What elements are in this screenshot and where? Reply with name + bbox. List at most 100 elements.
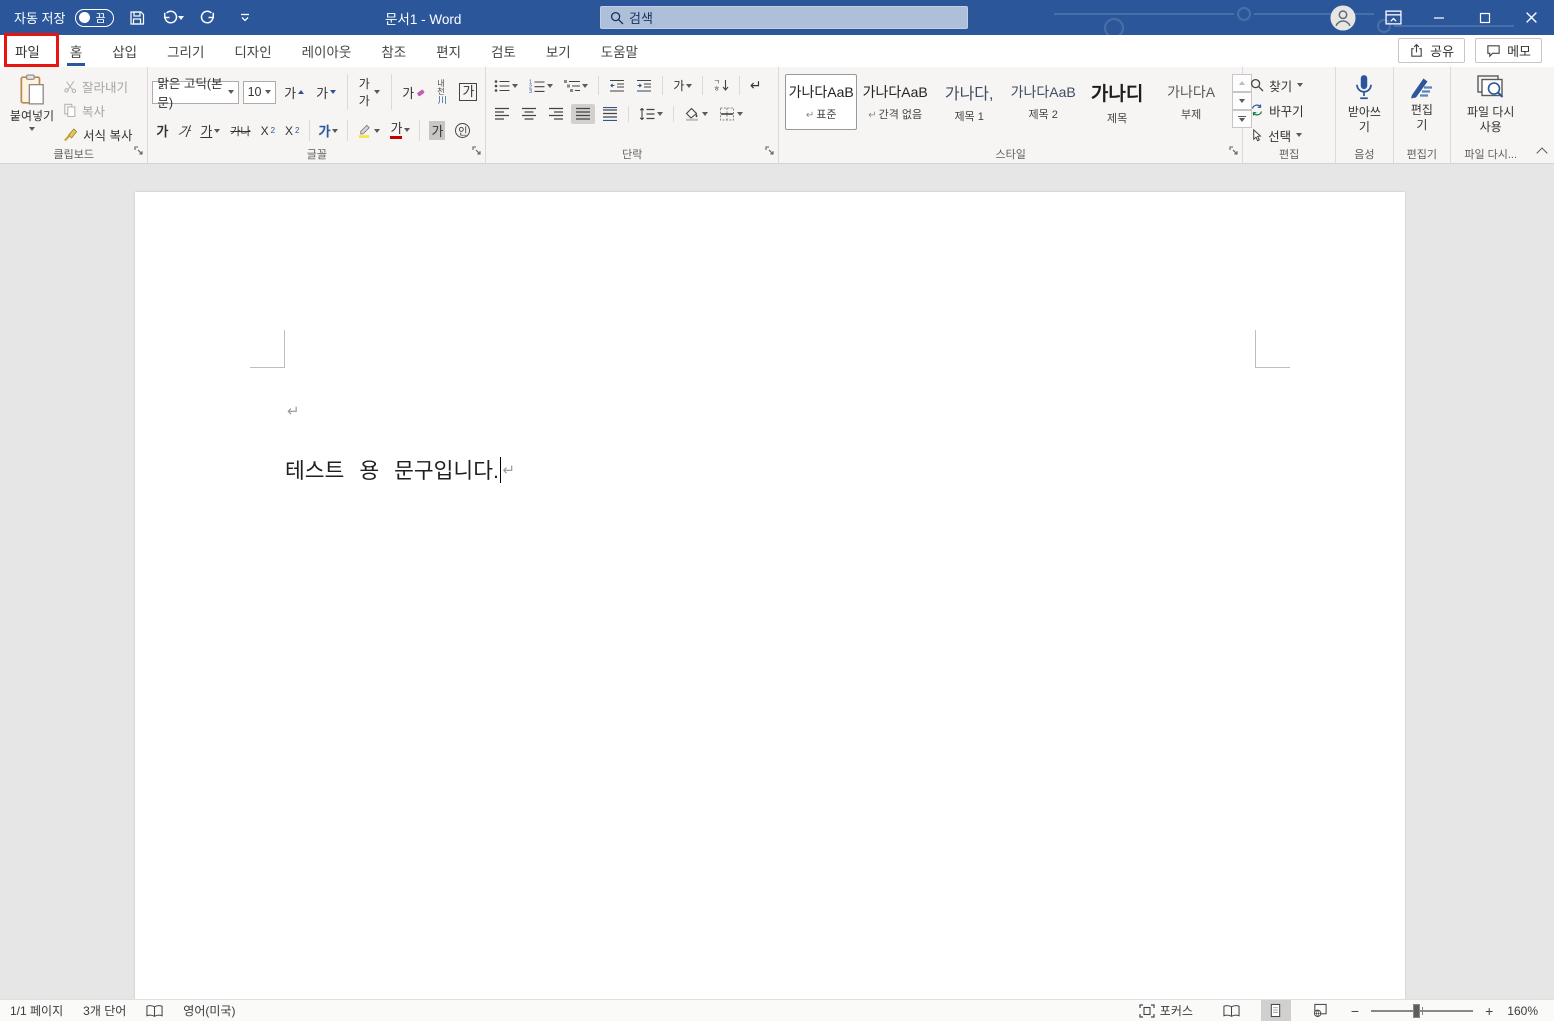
account-avatar[interactable]	[1330, 4, 1356, 31]
tab-design[interactable]: 디자인	[219, 35, 286, 67]
character-shading-button[interactable]: 가	[425, 118, 449, 143]
shrink-font-button[interactable]: 가	[312, 80, 340, 105]
reuse-files-button[interactable]: 파일 다시 사용	[1460, 70, 1522, 147]
borders-button[interactable]	[715, 104, 747, 124]
font-family-combo[interactable]: 맑은 고딕(본문)	[152, 77, 239, 110]
document-page[interactable]: ↵ 테스트 용 문구입니다. ↵	[135, 192, 1405, 999]
share-button[interactable]: 공유	[1398, 38, 1466, 63]
enclose-characters-button[interactable]: 인	[451, 120, 474, 141]
bullets-button[interactable]	[490, 76, 522, 96]
tab-file[interactable]: 파일	[0, 35, 55, 67]
tab-home[interactable]: 홈	[55, 35, 97, 67]
cut-button[interactable]: 잘라내기	[60, 75, 135, 97]
sort-button[interactable]: ㄱ ㅎ	[709, 76, 732, 96]
tab-mailings[interactable]: 편지	[421, 35, 476, 67]
format-painter-button[interactable]: 서식 복사	[60, 123, 135, 145]
italic-button[interactable]: 가	[174, 118, 194, 143]
tab-review[interactable]: 검토	[476, 35, 531, 67]
style-heading1[interactable]: 가나다, 제목 1	[933, 74, 1005, 130]
text-effects-button[interactable]: 가	[315, 118, 343, 143]
word-count[interactable]: 3개 단어	[73, 1000, 136, 1021]
distribute-icon	[603, 107, 618, 121]
character-border-button[interactable]: 가	[455, 80, 481, 104]
autosave-toggle[interactable]: 끔	[75, 8, 114, 27]
zoom-slider-thumb[interactable]	[1413, 1003, 1421, 1018]
style-subtitle[interactable]: 가나다A 부제	[1155, 74, 1227, 130]
tab-references[interactable]: 참조	[366, 35, 421, 67]
zoom-level[interactable]: 160%	[1497, 1004, 1554, 1018]
underline-button[interactable]: 가	[196, 118, 224, 143]
superscript-button[interactable]: X2	[281, 121, 303, 141]
change-case-button[interactable]: 가가	[355, 72, 384, 112]
focus-mode-button[interactable]: 포커스	[1129, 1002, 1203, 1019]
comments-button[interactable]: 메모	[1475, 38, 1542, 63]
zoom-slider[interactable]	[1371, 1003, 1474, 1018]
zoom-out-button[interactable]: −	[1347, 1003, 1363, 1019]
style-no-spacing[interactable]: 가나다AaB ↵ 간격 없음	[859, 74, 931, 130]
print-layout-button[interactable]	[1260, 1000, 1291, 1021]
dictate-button[interactable]: 받아쓰기	[1340, 70, 1388, 147]
distribute-button[interactable]	[598, 104, 622, 124]
tab-help[interactable]: 도움말	[586, 35, 653, 67]
grow-font-icon: 가	[284, 85, 297, 101]
clipboard-dialog-launcher[interactable]	[134, 143, 144, 161]
find-button[interactable]: 찾기	[1247, 74, 1307, 96]
paragraph-dialog-launcher[interactable]	[765, 143, 775, 161]
line-spacing-button[interactable]	[635, 104, 667, 124]
chevron-down-icon	[178, 15, 185, 20]
tab-draw[interactable]: 그리기	[152, 35, 219, 67]
align-right-button[interactable]	[544, 104, 568, 124]
save-button[interactable]	[124, 5, 150, 31]
align-left-button[interactable]	[490, 104, 514, 124]
tab-insert[interactable]: 삽입	[97, 35, 152, 67]
justify-button[interactable]	[571, 104, 596, 124]
shading-button[interactable]	[680, 104, 712, 124]
increase-indent-button[interactable]	[632, 76, 656, 96]
maximize-button[interactable]	[1462, 0, 1508, 35]
redo-button[interactable]	[196, 5, 222, 31]
font-dialog-launcher[interactable]	[472, 143, 482, 161]
subscript-button[interactable]: X2	[257, 121, 279, 141]
customize-quick-access-button[interactable]	[232, 5, 258, 31]
tab-layout[interactable]: 레이아웃	[287, 35, 367, 67]
asian-layout-button[interactable]: 가	[669, 74, 696, 97]
clear-formatting-button[interactable]: 가	[398, 80, 429, 105]
text-highlight-button[interactable]	[353, 120, 384, 141]
bold-button[interactable]: 가	[152, 118, 172, 143]
copy-button[interactable]: 복사	[60, 99, 135, 121]
style-title[interactable]: 가나디 제목	[1081, 74, 1153, 130]
proofing-status[interactable]	[136, 1000, 173, 1021]
font-color-button[interactable]: 가	[386, 119, 414, 142]
align-center-button[interactable]	[517, 104, 541, 124]
document-text-line[interactable]: 테스트 용 문구입니다. ↵	[285, 454, 515, 485]
minimize-button[interactable]	[1416, 0, 1462, 35]
font-size-combo[interactable]: 10	[242, 80, 277, 104]
page-count[interactable]: 1/1 페이지	[0, 1000, 73, 1021]
select-button[interactable]: 선택	[1247, 124, 1307, 146]
replace-button[interactable]: 바꾸기	[1247, 99, 1307, 121]
undo-button[interactable]	[160, 5, 186, 31]
styles-dialog-launcher[interactable]	[1229, 143, 1239, 161]
zoom-in-button[interactable]: +	[1481, 1003, 1497, 1019]
phonetic-guide-button[interactable]: 내천 川	[433, 77, 451, 108]
collapse-ribbon-button[interactable]	[1536, 147, 1548, 159]
grow-font-button[interactable]: 가	[280, 80, 308, 105]
style-normal[interactable]: 가나다AaB ↵ 표준	[785, 74, 858, 130]
web-layout-button[interactable]	[1305, 1000, 1335, 1021]
numbering-button[interactable]: 123	[525, 76, 557, 96]
window-title: 문서1 - Word	[385, 11, 462, 27]
multilevel-list-button[interactable]	[560, 76, 592, 96]
paste-button[interactable]: 붙여넣기	[4, 70, 60, 147]
decrease-indent-button[interactable]	[605, 76, 629, 96]
strikethrough-button[interactable]: 가나	[226, 120, 254, 142]
minimize-icon	[1434, 16, 1444, 19]
ribbon-display-options-button[interactable]	[1370, 0, 1416, 35]
read-mode-button[interactable]	[1217, 1000, 1247, 1021]
language-status[interactable]: 영어(미국)	[173, 1000, 245, 1021]
style-heading2[interactable]: 가나다AaB 제목 2	[1007, 74, 1079, 130]
tab-view[interactable]: 보기	[531, 35, 586, 67]
search-input[interactable]: 검색	[600, 6, 968, 29]
editor-button[interactable]: 편집기	[1402, 70, 1442, 147]
close-button[interactable]	[1508, 0, 1554, 35]
show-hide-marks-button[interactable]: ↵	[746, 74, 766, 97]
